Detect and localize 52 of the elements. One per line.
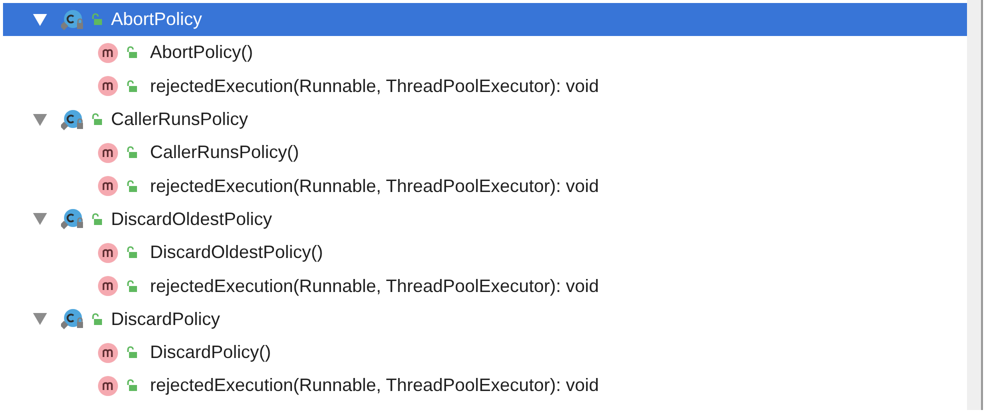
method-icon [98,376,118,396]
expand-arrow-icon[interactable] [33,313,47,326]
lock-icon [126,146,138,160]
tree-row[interactable]: DiscardPolicy [3,302,967,336]
class-icon [61,108,85,131]
expand-arrow-icon[interactable] [33,14,47,26]
lock-icon [91,212,103,226]
class-name: CallerRunsPolicy [111,108,248,132]
lock-icon [126,46,138,60]
expand-arrow-icon[interactable] [33,213,47,226]
tree-row[interactable]: AbortPolicy() [3,36,967,70]
class-icon [61,308,85,330]
tree-row[interactable]: DiscardPolicy() [3,336,967,370]
class-icon [61,208,85,230]
method-icon [98,76,118,96]
lock-icon [91,113,103,126]
class-name: DiscardOldestPolicy [111,208,272,231]
lock-icon [126,379,138,392]
method-signature: DiscardPolicy() [150,341,272,364]
method-icon [98,42,118,63]
method-icon [98,342,118,363]
class-icon [61,8,85,31]
method-signature: rejectedExecution(Runnable, ThreadPoolExecutor): void [150,374,599,398]
expand-arrow-icon[interactable] [33,114,47,126]
lock-icon [91,13,103,26]
lock-icon [126,280,138,293]
lock-icon [126,246,138,260]
tree-row[interactable]: rejectedExecution(Runnable, ThreadPoolExecutor): void [3,269,967,303]
lock-icon [126,180,138,193]
tree-row[interactable]: CallerRunsPolicy [3,102,967,136]
method-signature: rejectedExecution(Runnable, ThreadPoolExecutor): void [150,274,599,298]
method-icon [98,176,118,196]
lock-icon [91,312,103,326]
method-signature: DiscardOldestPolicy() [150,241,324,264]
tree-row[interactable]: DiscardOldestPolicy() [3,236,967,270]
method-signature: rejectedExecution(Runnable, ThreadPoolExecutor): void [150,174,599,198]
tree-row[interactable]: AbortPolicy [3,3,967,36]
method-signature: CallerRunsPolicy() [150,141,300,164]
method-signature: rejectedExecution(Runnable, ThreadPoolExecutor): void [150,74,599,98]
method-icon [98,242,118,263]
tree-row[interactable]: DiscardOldestPolicy [3,202,967,236]
tree-row[interactable]: rejectedExecution(Runnable, ThreadPoolExecutor): void [3,169,967,203]
method-icon [98,276,118,296]
tree-row[interactable]: rejectedExecution(Runnable, ThreadPoolExecutor): void [3,70,967,103]
lock-icon [126,346,138,360]
tree-row[interactable]: CallerRunsPolicy() [3,136,967,170]
lock-icon [126,80,138,93]
method-signature: AbortPolicy() [150,41,254,64]
class-name: DiscardPolicy [111,308,220,331]
method-icon [98,142,118,163]
class-name: AbortPolicy [111,8,202,32]
tree-row[interactable]: rejectedExecution(Runnable, ThreadPoolExecutor): void [3,369,967,403]
